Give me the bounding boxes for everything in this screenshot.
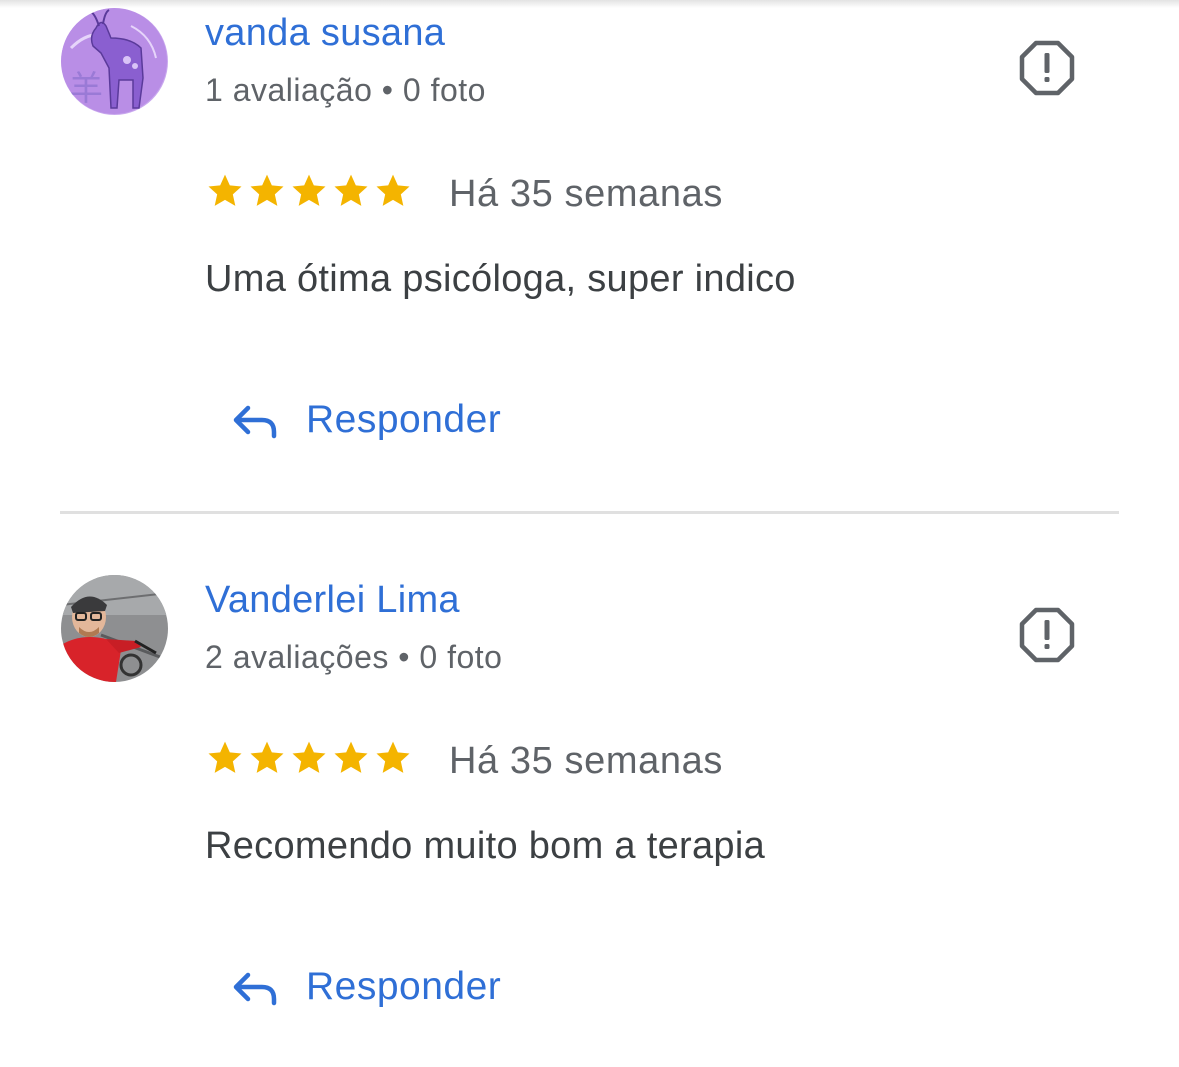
goat-avatar-image: 羊	[61, 8, 168, 115]
review-date: Há 35 semanas	[449, 740, 723, 782]
report-flag-icon[interactable]	[1019, 607, 1075, 663]
reply-arrow-icon	[233, 972, 277, 1006]
reviewer-meta: 1 avaliação • 0 foto	[205, 72, 486, 108]
divider	[60, 511, 1119, 514]
reviewer-meta: 2 avaliações • 0 foto	[205, 639, 503, 675]
review-text: Recomendo muito bom a terapia	[205, 825, 765, 867]
star-rating	[205, 171, 413, 215]
reviewer-name[interactable]: Vanderlei Lima	[205, 579, 460, 622]
reply-arrow-icon	[233, 405, 277, 439]
avatar[interactable]: 羊	[61, 8, 168, 115]
star-icon	[208, 174, 242, 206]
star-icon	[292, 741, 326, 773]
cyclist-avatar-image	[61, 575, 168, 682]
star-rating	[205, 738, 413, 782]
star-icon	[250, 741, 284, 773]
review-date: Há 35 semanas	[449, 173, 723, 215]
avatar[interactable]	[61, 575, 168, 682]
star-icon	[334, 174, 368, 206]
star-icon	[376, 741, 410, 773]
reply-button[interactable]: Responder	[228, 955, 501, 1019]
star-icon	[376, 174, 410, 206]
reply-label: Responder	[306, 965, 502, 1008]
star-icon	[250, 174, 284, 206]
reviewer-name[interactable]: vanda susana	[205, 12, 445, 55]
star-icon	[292, 174, 326, 206]
report-flag-icon[interactable]	[1019, 40, 1075, 96]
review-card: Vanderlei Lima 2 avaliações • 0 foto Há …	[0, 567, 1179, 1067]
review-text: Uma ótima psicóloga, super indico	[205, 258, 796, 300]
svg-text:羊: 羊	[69, 69, 103, 109]
reply-label: Responder	[306, 398, 502, 441]
review-card: 羊 vanda susana 1 avaliação • 0 foto Há 3…	[0, 0, 1179, 514]
star-icon	[208, 741, 242, 773]
star-icon	[334, 741, 368, 773]
reply-button[interactable]: Responder	[228, 388, 501, 452]
